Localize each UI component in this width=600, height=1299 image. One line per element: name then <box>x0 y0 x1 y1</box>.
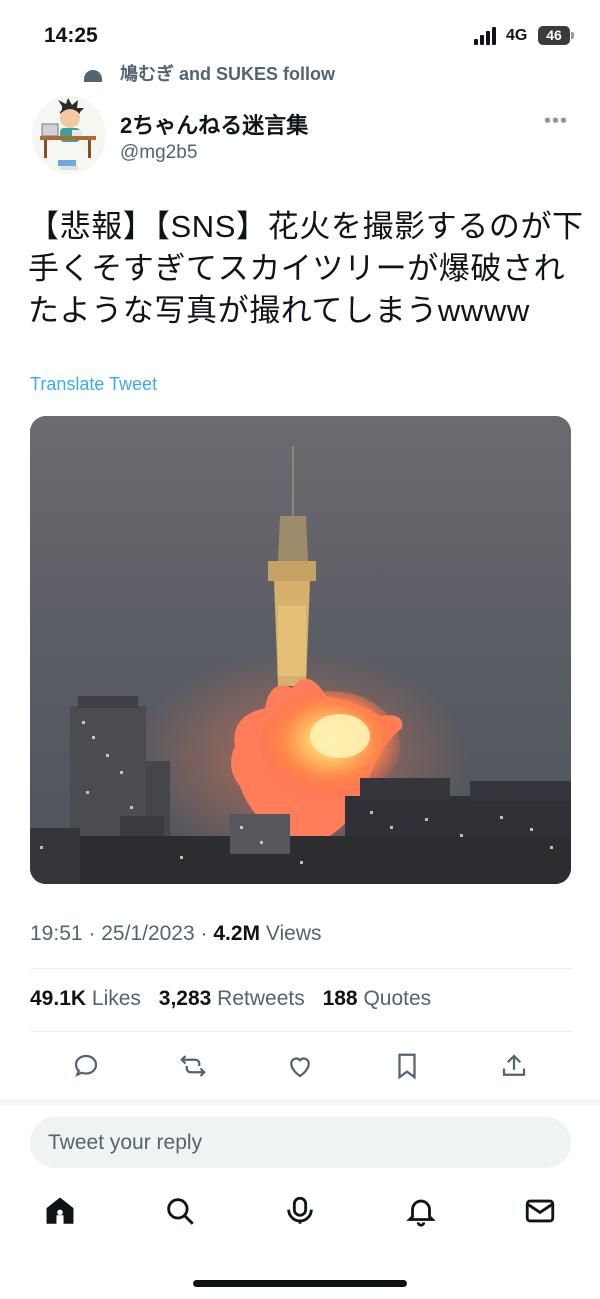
divider <box>30 1031 572 1032</box>
retweets-stat[interactable]: 3,283 Retweets <box>159 987 305 1010</box>
person-icon <box>84 70 102 82</box>
avatar[interactable] <box>32 96 106 174</box>
likes-stat[interactable]: 49.1K Likes <box>30 987 141 1010</box>
action-bar <box>0 1046 600 1086</box>
tweet-time: 19:51 <box>30 922 83 945</box>
tweet-meta: 19:51 · 25/1/2023 · 4.2M Views <box>30 922 322 945</box>
tab-bar <box>0 1190 600 1240</box>
search-icon[interactable] <box>160 1190 200 1230</box>
reply-icon[interactable] <box>66 1046 106 1086</box>
tweet-photo[interactable] <box>30 416 571 884</box>
network-type: 4G <box>506 27 528 44</box>
retweet-icon[interactable] <box>173 1046 213 1086</box>
home-icon[interactable] <box>40 1190 80 1230</box>
messages-icon[interactable] <box>520 1190 560 1230</box>
tweet-date: 25/1/2023 <box>101 922 195 945</box>
share-icon[interactable] <box>494 1046 534 1086</box>
views-label: Views <box>265 922 322 945</box>
engagement-stats: 49.1K Likes 3,283 Retweets 188 Quotes <box>30 987 431 1011</box>
bookmark-icon[interactable] <box>387 1046 427 1086</box>
tweet-text: 【悲報】【SNS】花火を撮影するのが下手くそすぎてスカイツリーが爆破されたような… <box>28 209 584 328</box>
section-divider <box>0 1099 600 1105</box>
display-name[interactable]: 2ちゃんねる迷言集 <box>120 108 308 140</box>
signal-icon <box>474 27 500 45</box>
more-icon[interactable]: ••• <box>544 110 568 133</box>
translate-tweet-link[interactable]: Translate Tweet <box>30 374 157 395</box>
home-indicator[interactable] <box>193 1280 407 1287</box>
reply-input[interactable]: Tweet your reply <box>30 1117 571 1168</box>
reply-placeholder: Tweet your reply <box>48 1131 203 1154</box>
divider <box>30 968 572 969</box>
spaces-icon[interactable] <box>280 1190 320 1230</box>
notifications-icon[interactable] <box>401 1190 441 1230</box>
status-time: 14:25 <box>44 24 98 47</box>
views-count: 4.2M <box>213 922 261 945</box>
handle[interactable]: @mg2b5 <box>120 142 197 164</box>
like-icon[interactable] <box>280 1046 320 1086</box>
status-bar: 14:25 4G 46 <box>0 0 600 62</box>
social-context-text: 鳩むぎ and SUKES follow <box>120 64 336 82</box>
battery-icon: 46 <box>538 26 574 45</box>
quotes-stat[interactable]: 188 Quotes <box>323 987 432 1010</box>
social-context[interactable]: 鳩むぎ and SUKES follow <box>84 60 335 82</box>
